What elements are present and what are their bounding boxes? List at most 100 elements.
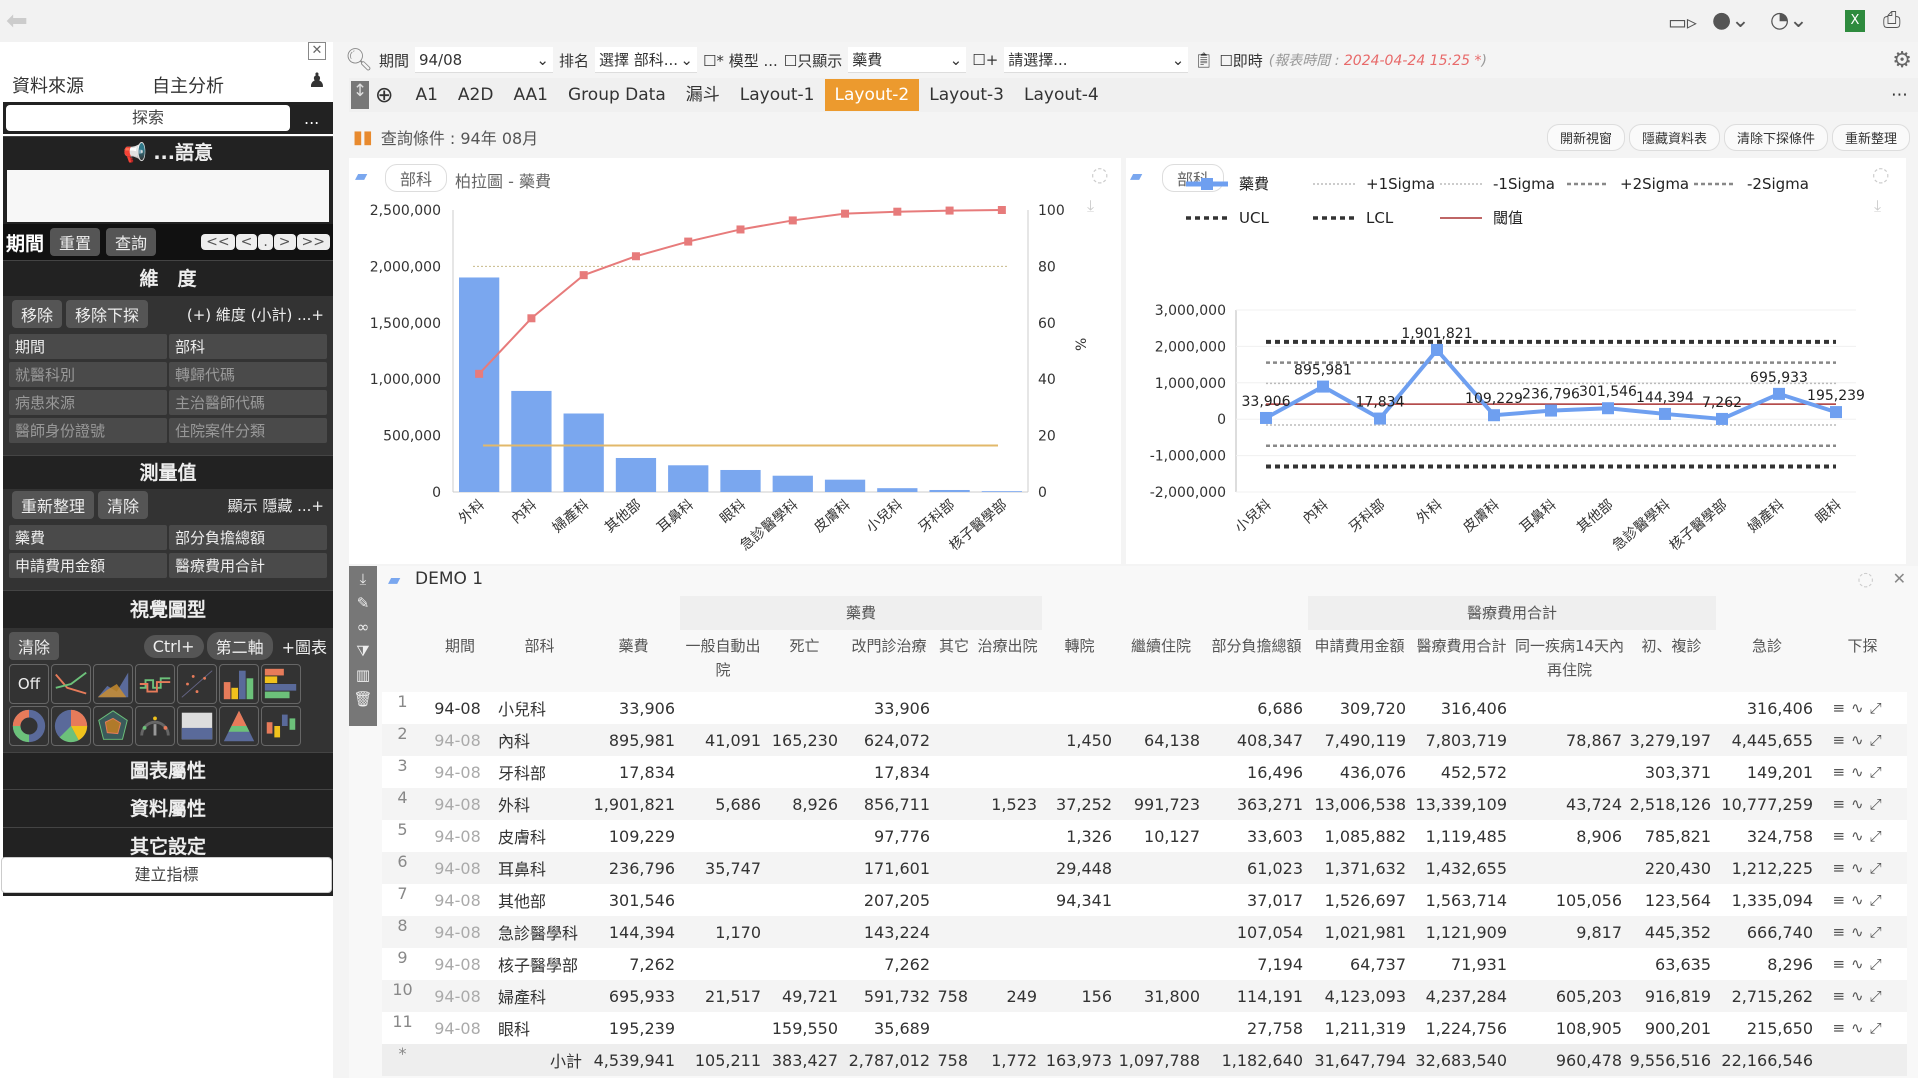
column-header[interactable]: 治療出院 bbox=[973, 630, 1042, 692]
dimension-item[interactable]: 病患來源 bbox=[9, 390, 167, 415]
tab-a2d[interactable]: A2D bbox=[448, 79, 504, 111]
print-icon[interactable]: ⎙ bbox=[1883, 8, 1901, 33]
drill-icon[interactable]: ⤢ bbox=[1870, 923, 1888, 941]
column-header[interactable]: 改門診治療 bbox=[843, 630, 935, 692]
bar[interactable] bbox=[459, 277, 500, 492]
trend-icon[interactable]: ∿ bbox=[1851, 795, 1870, 813]
tab-layout-2[interactable]: Layout-2 bbox=[824, 79, 920, 111]
ctrl-button[interactable]: Ctrl+ bbox=[143, 634, 204, 658]
resize-handle-icon[interactable]: ↕ bbox=[351, 81, 369, 109]
column-header[interactable]: 其它 bbox=[935, 630, 973, 692]
column-header[interactable]: 初、複診 bbox=[1627, 630, 1716, 692]
data-point[interactable] bbox=[1830, 406, 1842, 419]
cumulative-point[interactable] bbox=[684, 237, 693, 246]
drill-icon[interactable]: ⤢ bbox=[1870, 955, 1888, 973]
cumulative-point[interactable] bbox=[945, 206, 954, 215]
column-header[interactable]: 死亡 bbox=[766, 630, 843, 692]
realtime-checkbox[interactable]: ☐即時 bbox=[1219, 50, 1262, 71]
create-metric-button[interactable]: 建立指標 bbox=[1, 857, 332, 893]
refresh-button[interactable]: 重新整理 bbox=[12, 491, 95, 519]
drill-icon[interactable]: ⤢ bbox=[1870, 731, 1888, 749]
bar[interactable] bbox=[720, 469, 761, 492]
column-header[interactable]: 部分負擔總額 bbox=[1205, 630, 1308, 692]
table-row[interactable]: 10 94-08 婦產科 695,933 21,517 49,721 591,732 758 2… bbox=[382, 980, 1908, 1012]
more-button[interactable]: ... bbox=[304, 109, 319, 128]
download-icon[interactable]: ⤓ bbox=[360, 570, 367, 588]
table-row[interactable]: 11 94-08 眼科 195,239 159,550 35,689 27,758 1,211… bbox=[382, 1012, 1908, 1044]
cumulative-point[interactable] bbox=[736, 225, 745, 234]
back-arrow-icon[interactable]: ⬅ bbox=[6, 6, 28, 36]
measure-select[interactable]: 藥費 ⌄ bbox=[848, 47, 967, 73]
clear-visual-button[interactable]: 清除 bbox=[9, 632, 60, 660]
table-row[interactable]: 8 94-08 急診醫學科 144,394 1,170 143,224 107,054 1,0… bbox=[382, 916, 1908, 948]
tab-layout-4[interactable]: Layout-4 bbox=[1014, 79, 1109, 111]
second-axis-button[interactable]: 第二軸 bbox=[206, 632, 273, 660]
only-show-checkbox[interactable]: ☐只顯示 bbox=[784, 50, 842, 71]
cumulative-point[interactable] bbox=[527, 314, 536, 323]
bar[interactable] bbox=[824, 479, 866, 492]
bar-chart-icon[interactable] bbox=[219, 664, 259, 704]
table-row[interactable]: 2 94-08 內科 895,981 41,091 165,230 624,072 1,450… bbox=[382, 724, 1908, 756]
drill-icon[interactable]: ⤢ bbox=[1870, 891, 1888, 909]
cylinder-chart-icon[interactable] bbox=[177, 706, 217, 746]
menu-icon[interactable]: ≡ bbox=[1832, 955, 1851, 973]
data-point[interactable] bbox=[1602, 402, 1614, 415]
column-header[interactable]: 一般自動出院 bbox=[680, 630, 766, 692]
candlestick-chart-icon[interactable] bbox=[261, 706, 301, 746]
cumulative-point[interactable] bbox=[997, 206, 1006, 214]
menu-icon[interactable]: ≡ bbox=[1832, 795, 1851, 813]
nav-prev-button[interactable]: < bbox=[235, 234, 258, 250]
column-header[interactable]: 期間 bbox=[428, 630, 492, 692]
menu-icon[interactable]: ≡ bbox=[1832, 987, 1851, 1005]
tab-aa1[interactable]: AA1 bbox=[503, 79, 558, 111]
tab-layout-3[interactable]: Layout-3 bbox=[919, 79, 1014, 111]
data-point[interactable] bbox=[1431, 343, 1443, 356]
reset-button[interactable]: 重置 bbox=[50, 228, 101, 256]
legend-item[interactable]: -2Sigma bbox=[1694, 175, 1809, 193]
line-chart-icon[interactable] bbox=[51, 664, 91, 704]
legend-item[interactable]: UCL bbox=[1186, 209, 1269, 227]
data-point[interactable] bbox=[1260, 411, 1272, 424]
pie-chart-icon[interactable] bbox=[51, 706, 91, 746]
data-point[interactable] bbox=[1659, 407, 1671, 420]
column-header[interactable]: 同一疾病14天內再住院 bbox=[1512, 630, 1627, 692]
chart-icon[interactable]: ▥ bbox=[356, 666, 370, 684]
excel-icon[interactable]: X bbox=[1845, 10, 1865, 32]
radar-chart-icon[interactable] bbox=[93, 706, 133, 746]
close-icon[interactable]: ✕ bbox=[1893, 569, 1906, 588]
condition-select[interactable]: 請選擇... ⌄ bbox=[1004, 47, 1189, 73]
trend-icon[interactable]: ∿ bbox=[1851, 891, 1870, 909]
gauge-chart-icon[interactable] bbox=[135, 706, 175, 746]
trend-icon[interactable]: ∿ bbox=[1851, 859, 1870, 877]
trash-icon[interactable]: 🗑︎ bbox=[353, 690, 372, 708]
dimension-item[interactable]: 轉歸代碼 bbox=[169, 362, 327, 387]
table-row[interactable]: 6 94-08 耳鼻科 236,796 35,747 171,601 29,448 61,02… bbox=[382, 852, 1908, 884]
chat-icon[interactable]: ●⌄ bbox=[1712, 8, 1750, 33]
trend-icon[interactable]: ∿ bbox=[1851, 955, 1870, 973]
table-row[interactable]: 5 94-08 皮膚科 109,229 97,776 1,326 10,127 33,603 1… bbox=[382, 820, 1908, 852]
menu-icon[interactable]: ≡ bbox=[1832, 891, 1851, 909]
scatter-chart-icon[interactable] bbox=[177, 664, 217, 704]
add-chart-button[interactable]: +圖表 bbox=[282, 634, 327, 658]
add-tab-icon[interactable]: ⊕ bbox=[375, 83, 393, 108]
bar[interactable] bbox=[563, 413, 604, 492]
trend-icon[interactable]: ∿ bbox=[1851, 699, 1870, 717]
bar[interactable] bbox=[877, 488, 918, 492]
nav-last-button[interactable]: >> bbox=[296, 234, 330, 250]
drill-icon[interactable]: ⤢ bbox=[1870, 859, 1888, 877]
cumulative-point[interactable] bbox=[475, 369, 484, 378]
bar[interactable] bbox=[981, 491, 1022, 492]
trend-icon[interactable]: ∿ bbox=[1851, 827, 1870, 845]
legend-item[interactable]: +2Sigma bbox=[1567, 175, 1689, 193]
legend-item[interactable]: +1Sigma bbox=[1313, 175, 1435, 193]
column-header[interactable]: 醫療費用合計 bbox=[1411, 630, 1512, 692]
donut-chart-icon[interactable] bbox=[9, 706, 49, 746]
remove-button[interactable]: 移除 bbox=[12, 300, 63, 328]
bar[interactable] bbox=[615, 457, 657, 492]
dimension-item[interactable]: 主治醫師代碼 bbox=[169, 390, 327, 415]
column-header[interactable]: 藥費 bbox=[587, 630, 680, 692]
table-row[interactable]: 1 94-08 小兒科 33,906 33,906 6,686 309,720 316,406… bbox=[382, 692, 1908, 724]
table-row[interactable]: 4 94-08 外科 1,901,821 5,686 8,926 856,711 1,523 3… bbox=[382, 788, 1908, 820]
link-icon[interactable]: ∞ bbox=[357, 618, 370, 636]
model-checkbox[interactable]: ☐* 模型 ... bbox=[703, 50, 778, 71]
